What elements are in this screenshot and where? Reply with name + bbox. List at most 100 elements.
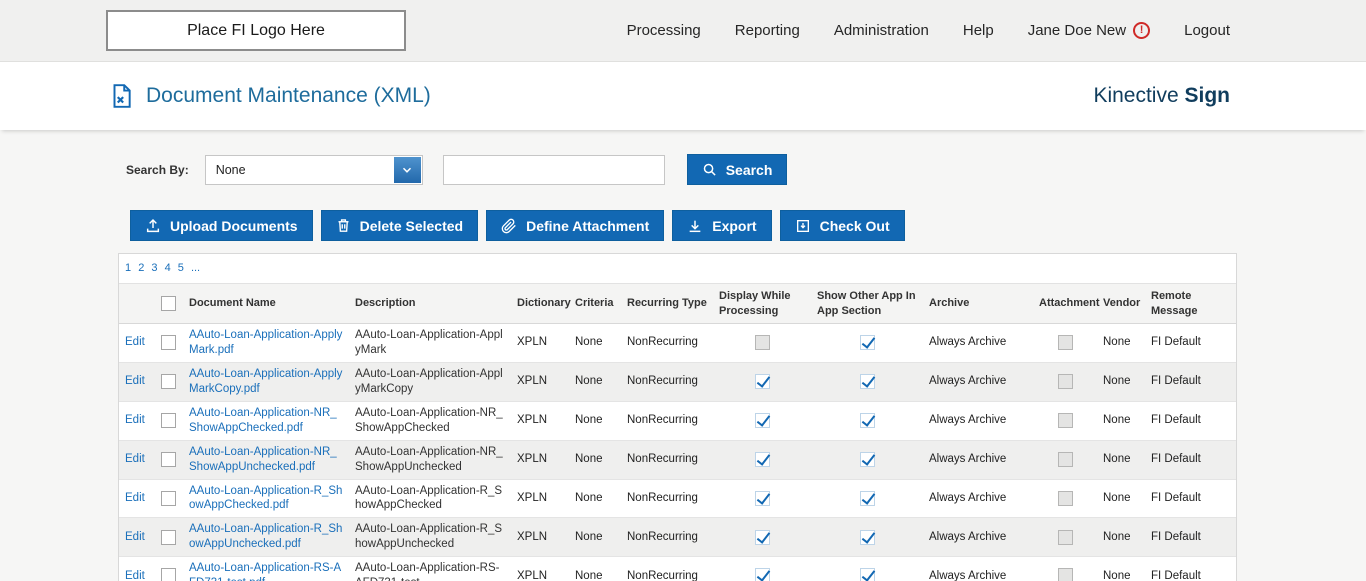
edit-link[interactable]: Edit bbox=[125, 570, 145, 581]
display-while-processing-checkbox[interactable] bbox=[755, 530, 770, 545]
recurring-type-cell: NonRecurring bbox=[621, 557, 713, 581]
nav-user[interactable]: Jane Doe New ! bbox=[1028, 22, 1150, 39]
upload-documents-button[interactable]: Upload Documents bbox=[130, 210, 313, 241]
display-while-processing-checkbox[interactable] bbox=[755, 491, 770, 506]
header-recurring-type: Recurring Type bbox=[621, 284, 713, 324]
criteria-cell: None bbox=[569, 362, 621, 401]
toolbar: Upload Documents Delete Selected Define … bbox=[130, 210, 1366, 241]
remote-message-cell: FI Default bbox=[1145, 557, 1236, 581]
criteria-cell: None bbox=[569, 557, 621, 581]
remote-message-cell: FI Default bbox=[1145, 362, 1236, 401]
attachment-checkbox[interactable] bbox=[1058, 413, 1073, 428]
documents-panel: 1 2 3 4 5 ... Document Name Description … bbox=[118, 253, 1237, 581]
main-content: Search By: None Search Upload Documents bbox=[0, 154, 1366, 581]
show-other-app-checkbox[interactable] bbox=[860, 491, 875, 506]
attachment-checkbox[interactable] bbox=[1058, 452, 1073, 467]
alert-icon[interactable]: ! bbox=[1133, 22, 1150, 39]
edit-link[interactable]: Edit bbox=[125, 492, 145, 504]
top-bar: Place FI Logo Here Processing Reporting … bbox=[0, 0, 1366, 62]
search-by-label: Search By: bbox=[126, 163, 189, 177]
attachment-checkbox[interactable] bbox=[1058, 491, 1073, 506]
remote-message-cell: FI Default bbox=[1145, 324, 1236, 363]
header-remote-message: Remote Message bbox=[1145, 284, 1236, 324]
attachment-checkbox[interactable] bbox=[1058, 530, 1073, 545]
row-select-checkbox[interactable] bbox=[161, 530, 176, 545]
document-name-link[interactable]: AAuto-Loan-Application-NR_ShowAppChecked… bbox=[189, 407, 337, 434]
vendor-cell: None bbox=[1097, 479, 1145, 518]
chevron-down-icon[interactable] bbox=[394, 157, 421, 183]
page-link-4[interactable]: 4 bbox=[165, 262, 171, 274]
edit-link[interactable]: Edit bbox=[125, 336, 145, 348]
search-by-dropdown[interactable]: None bbox=[205, 155, 423, 185]
xml-document-icon bbox=[108, 83, 134, 109]
remote-message-cell: FI Default bbox=[1145, 401, 1236, 440]
export-button[interactable]: Export bbox=[672, 210, 771, 241]
select-all-checkbox[interactable] bbox=[161, 296, 176, 311]
page-link-3[interactable]: 3 bbox=[151, 262, 157, 274]
page-link-5[interactable]: 5 bbox=[178, 262, 184, 274]
attachment-checkbox[interactable] bbox=[1058, 335, 1073, 350]
document-name-link[interactable]: AAuto-Loan-Application-NR_ShowAppUncheck… bbox=[189, 446, 337, 473]
title-bar: Document Maintenance (XML) Kinective Sig… bbox=[0, 62, 1366, 130]
display-while-processing-checkbox[interactable] bbox=[755, 413, 770, 428]
recurring-type-cell: NonRecurring bbox=[621, 518, 713, 557]
define-attachment-button[interactable]: Define Attachment bbox=[486, 210, 664, 241]
display-while-processing-checkbox[interactable] bbox=[755, 374, 770, 389]
show-other-app-checkbox[interactable] bbox=[860, 374, 875, 389]
criteria-cell: None bbox=[569, 324, 621, 363]
vendor-cell: None bbox=[1097, 518, 1145, 557]
show-other-app-checkbox[interactable] bbox=[860, 530, 875, 545]
documents-table-body: Edit AAuto-Loan-Application-ApplyMark.pd… bbox=[119, 324, 1236, 581]
criteria-cell: None bbox=[569, 479, 621, 518]
edit-link[interactable]: Edit bbox=[125, 453, 145, 465]
search-button[interactable]: Search bbox=[687, 154, 788, 185]
edit-link[interactable]: Edit bbox=[125, 414, 145, 426]
row-select-checkbox[interactable] bbox=[161, 452, 176, 467]
table-row: Edit AAuto-Loan-Application-R_ShowAppUnc… bbox=[119, 518, 1236, 557]
row-select-checkbox[interactable] bbox=[161, 413, 176, 428]
search-icon bbox=[702, 162, 717, 177]
show-other-app-checkbox[interactable] bbox=[860, 335, 875, 350]
check-out-label: Check Out bbox=[820, 218, 890, 234]
nav-help[interactable]: Help bbox=[963, 22, 994, 39]
row-select-checkbox[interactable] bbox=[161, 568, 176, 581]
page-link-more[interactable]: ... bbox=[191, 262, 200, 274]
row-select-checkbox[interactable] bbox=[161, 335, 176, 350]
recurring-type-cell: NonRecurring bbox=[621, 479, 713, 518]
display-while-processing-checkbox[interactable] bbox=[755, 335, 770, 350]
show-other-app-checkbox[interactable] bbox=[860, 413, 875, 428]
row-select-checkbox[interactable] bbox=[161, 374, 176, 389]
page-link-2[interactable]: 2 bbox=[138, 262, 144, 274]
check-out-button[interactable]: Check Out bbox=[780, 210, 905, 241]
document-name-link[interactable]: AAuto-Loan-Application-ApplyMark.pdf bbox=[189, 329, 342, 356]
header-edit-spacer bbox=[119, 284, 155, 324]
dictionary-cell: XPLN bbox=[511, 324, 569, 363]
document-name-link[interactable]: AAuto-Loan-Application-ApplyMarkCopy.pdf bbox=[189, 368, 342, 395]
delete-selected-label: Delete Selected bbox=[360, 218, 464, 234]
display-while-processing-checkbox[interactable] bbox=[755, 452, 770, 467]
delete-selected-button[interactable]: Delete Selected bbox=[321, 210, 479, 241]
nav-reporting[interactable]: Reporting bbox=[735, 22, 800, 39]
show-other-app-checkbox[interactable] bbox=[860, 452, 875, 467]
edit-link[interactable]: Edit bbox=[125, 531, 145, 543]
attachment-checkbox[interactable] bbox=[1058, 374, 1073, 389]
table-row: Edit AAuto-Loan-Application-NR_ShowAppCh… bbox=[119, 401, 1236, 440]
document-name-link[interactable]: AAuto-Loan-Application-R_ShowAppUnchecke… bbox=[189, 523, 342, 550]
nav-logout[interactable]: Logout bbox=[1184, 22, 1230, 39]
nav-administration[interactable]: Administration bbox=[834, 22, 929, 39]
attachment-checkbox[interactable] bbox=[1058, 568, 1073, 581]
show-other-app-checkbox[interactable] bbox=[860, 568, 875, 581]
document-name-link[interactable]: AAuto-Loan-Application-R_ShowAppChecked.… bbox=[189, 485, 342, 512]
archive-cell: Always Archive bbox=[923, 518, 1033, 557]
search-input[interactable] bbox=[443, 155, 665, 185]
document-name-link[interactable]: AAuto-Loan-Application-RS-AFD731-test.pd… bbox=[189, 562, 341, 581]
criteria-cell: None bbox=[569, 518, 621, 557]
row-select-checkbox[interactable] bbox=[161, 491, 176, 506]
header-description: Description bbox=[349, 284, 511, 324]
upload-icon bbox=[145, 218, 161, 234]
edit-link[interactable]: Edit bbox=[125, 375, 145, 387]
page-link-1[interactable]: 1 bbox=[125, 262, 131, 274]
display-while-processing-checkbox[interactable] bbox=[755, 568, 770, 581]
nav-processing[interactable]: Processing bbox=[627, 22, 701, 39]
dictionary-cell: XPLN bbox=[511, 479, 569, 518]
